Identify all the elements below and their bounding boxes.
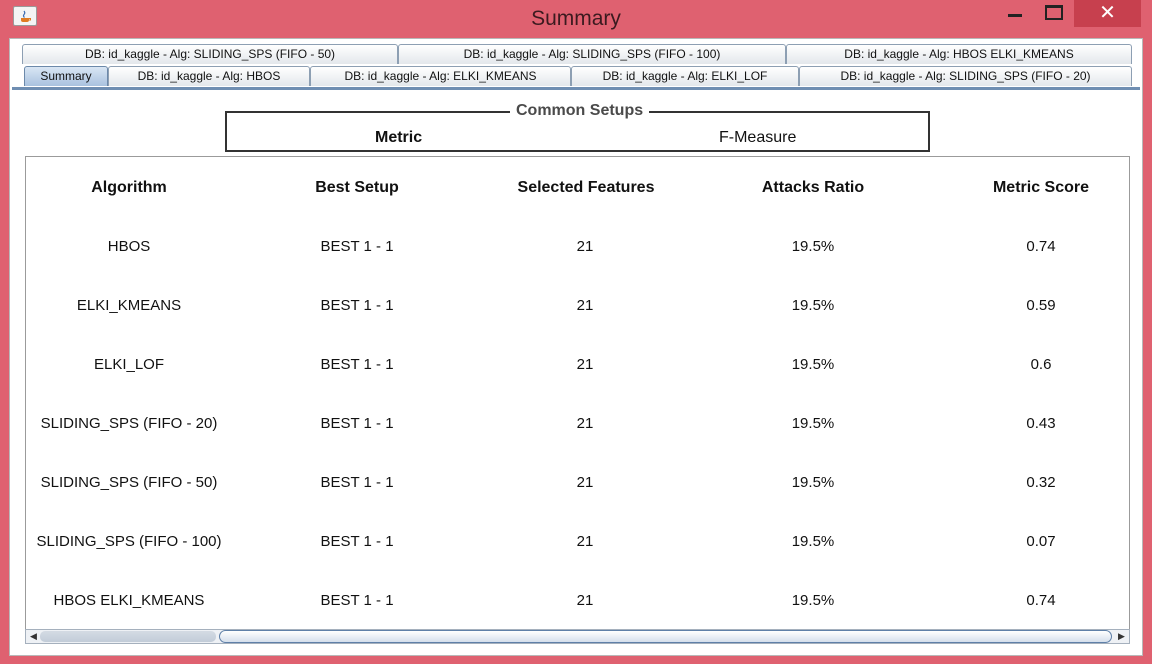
- cell-metric-score: 0.6: [1030, 356, 1052, 373]
- table-row: HBOS ELKI_KMEANS BEST 1 - 1 21 19.5% 0.7…: [26, 592, 1129, 614]
- cell-attacks-ratio: 19.5%: [791, 474, 835, 491]
- maximize-icon: [1045, 5, 1063, 20]
- common-setups-legend: Common Setups: [510, 102, 650, 120]
- cell-attacks-ratio: 19.5%: [791, 297, 835, 314]
- cell-attacks-ratio: 19.5%: [791, 356, 835, 373]
- cell-attacks-ratio: 19.5%: [791, 592, 835, 609]
- summary-table: Algorithm Best Setup Selected Features A…: [25, 156, 1130, 634]
- column-header-selected-features: Selected Features: [517, 179, 655, 196]
- cell-best-setup: BEST 1 - 1: [320, 533, 394, 550]
- title-bar: Summary ✕: [0, 0, 1152, 38]
- cell-best-setup: BEST 1 - 1: [320, 356, 394, 373]
- cell-metric-score: 0.74: [1026, 238, 1056, 255]
- metric-value: F-Measure: [719, 129, 797, 146]
- table-row: SLIDING_SPS (FIFO - 50) BEST 1 - 1 21 19…: [26, 474, 1129, 496]
- column-header-attacks-ratio: Attacks Ratio: [761, 179, 865, 196]
- table-row: ELKI_LOF BEST 1 - 1 21 19.5% 0.6: [26, 356, 1129, 378]
- scroll-left-arrow-icon[interactable]: ◀: [27, 631, 40, 642]
- cell-algorithm: SLIDING_SPS (FIFO - 50): [40, 474, 218, 491]
- tab-summary[interactable]: Summary: [24, 66, 108, 86]
- cell-selected-features: 21: [576, 592, 594, 609]
- cell-attacks-ratio: 19.5%: [791, 415, 835, 432]
- cell-attacks-ratio: 19.5%: [791, 238, 835, 255]
- cell-selected-features: 21: [576, 474, 594, 491]
- table-row: HBOS BEST 1 - 1 21 19.5% 0.74: [26, 238, 1129, 260]
- column-header-metric-score: Metric Score: [992, 179, 1090, 196]
- cell-metric-score: 0.59: [1026, 297, 1056, 314]
- window-title: Summary: [531, 7, 621, 30]
- cell-metric-score: 0.07: [1026, 533, 1056, 550]
- tab-content-border: [12, 87, 1140, 90]
- cell-algorithm: SLIDING_SPS (FIFO - 20): [40, 415, 218, 432]
- common-setups-group: Common Setups Metric F-Measure: [225, 102, 930, 152]
- scroll-thumb[interactable]: [219, 630, 1112, 643]
- column-header-best-setup: Best Setup: [315, 179, 399, 196]
- tab-sliding-sps-fifo-20[interactable]: DB: id_kaggle - Alg: SLIDING_SPS (FIFO -…: [799, 66, 1132, 86]
- cell-metric-score: 0.74: [1026, 592, 1056, 609]
- column-header-algorithm: Algorithm: [91, 179, 167, 196]
- window-client-area: DB: id_kaggle - Alg: SLIDING_SPS (FIFO -…: [9, 38, 1143, 656]
- tab-elki-lof[interactable]: DB: id_kaggle - Alg: ELKI_LOF: [571, 66, 799, 86]
- cell-best-setup: BEST 1 - 1: [320, 238, 394, 255]
- table-row: SLIDING_SPS (FIFO - 100) BEST 1 - 1 21 1…: [26, 533, 1129, 555]
- summary-panel: Common Setups Metric F-Measure Algorithm…: [10, 91, 1142, 655]
- scroll-track[interactable]: [40, 631, 216, 642]
- horizontal-scrollbar[interactable]: ◀ ▶: [25, 629, 1130, 644]
- cell-best-setup: BEST 1 - 1: [320, 592, 394, 609]
- metric-label: Metric: [375, 129, 423, 146]
- cell-attacks-ratio: 19.5%: [791, 533, 835, 550]
- scroll-right-arrow-icon[interactable]: ▶: [1115, 631, 1128, 642]
- cell-best-setup: BEST 1 - 1: [320, 297, 394, 314]
- tab-strip: DB: id_kaggle - Alg: SLIDING_SPS (FIFO -…: [10, 39, 1142, 90]
- cell-selected-features: 21: [576, 297, 594, 314]
- cell-metric-score: 0.43: [1026, 415, 1056, 432]
- cell-algorithm: ELKI_LOF: [93, 356, 165, 373]
- maximize-button[interactable]: [1038, 0, 1068, 27]
- cell-algorithm: ELKI_KMEANS: [76, 297, 182, 314]
- table-row: SLIDING_SPS (FIFO - 20) BEST 1 - 1 21 19…: [26, 415, 1129, 437]
- tab-sliding-sps-fifo-100[interactable]: DB: id_kaggle - Alg: SLIDING_SPS (FIFO -…: [398, 44, 786, 64]
- cell-selected-features: 21: [576, 533, 594, 550]
- table-row: ELKI_KMEANS BEST 1 - 1 21 19.5% 0.59: [26, 297, 1129, 319]
- cell-selected-features: 21: [576, 356, 594, 373]
- tab-hbos-elki-kmeans[interactable]: DB: id_kaggle - Alg: HBOS ELKI_KMEANS: [786, 44, 1132, 64]
- minimize-icon: [1008, 14, 1022, 17]
- tab-hbos[interactable]: DB: id_kaggle - Alg: HBOS: [108, 66, 310, 86]
- cell-selected-features: 21: [576, 238, 594, 255]
- cell-metric-score: 0.32: [1026, 474, 1056, 491]
- cell-algorithm: SLIDING_SPS (FIFO - 100): [36, 533, 222, 550]
- cell-algorithm: HBOS: [107, 238, 151, 255]
- close-button[interactable]: ✕: [1074, 0, 1141, 27]
- cell-selected-features: 21: [576, 415, 594, 432]
- minimize-button[interactable]: [1001, 0, 1029, 27]
- cell-best-setup: BEST 1 - 1: [320, 474, 394, 491]
- cell-algorithm: HBOS ELKI_KMEANS: [53, 592, 205, 609]
- tab-elki-kmeans[interactable]: DB: id_kaggle - Alg: ELKI_KMEANS: [310, 66, 571, 86]
- tab-sliding-sps-fifo-50[interactable]: DB: id_kaggle - Alg: SLIDING_SPS (FIFO -…: [22, 44, 398, 64]
- cell-best-setup: BEST 1 - 1: [320, 415, 394, 432]
- close-icon: ✕: [1099, 0, 1116, 24]
